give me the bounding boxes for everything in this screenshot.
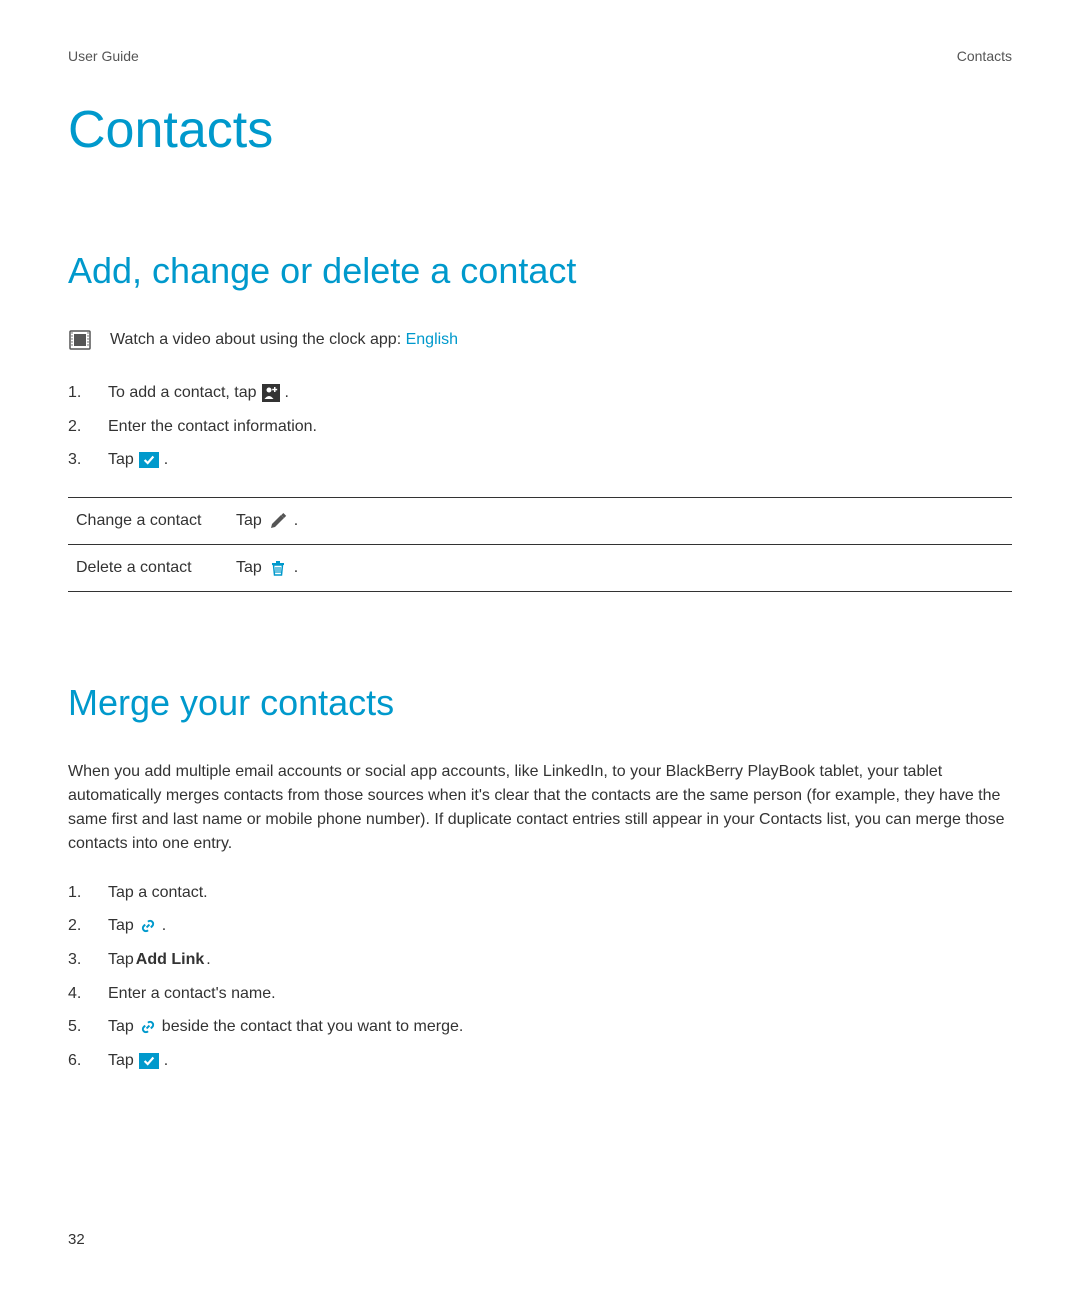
checkmark-icon [139, 452, 159, 468]
action-text-post: . [294, 512, 298, 530]
page-number: 32 [68, 1231, 85, 1248]
table-cell-label: Delete a contact [68, 544, 228, 591]
list-item: Tap beside the contact that you want to … [68, 1014, 1012, 1040]
table-cell-action: Tap . [228, 544, 1012, 591]
link-icon [139, 917, 157, 935]
header-right: Contacts [957, 48, 1012, 64]
edit-icon [269, 512, 287, 530]
step-text-bold: Add Link [136, 947, 204, 973]
list-item: Enter a contact's name. [68, 981, 1012, 1007]
page-header: User Guide Contacts [68, 48, 1012, 64]
step-text: To add a contact, tap [108, 380, 257, 406]
list-item: To add a contact, tap . [68, 380, 1012, 406]
step-text: Tap [108, 913, 134, 939]
action-table: Change a contact Tap . Delete a contact … [68, 497, 1012, 592]
table-cell-label: Change a contact [68, 497, 228, 544]
list-item: Tap . [68, 1048, 1012, 1074]
step-text: Enter the contact information. [108, 414, 317, 440]
list-item: Tap . [68, 913, 1012, 939]
video-link[interactable]: English [406, 331, 458, 348]
table-row: Change a contact Tap . [68, 497, 1012, 544]
step-text-post: . [285, 380, 289, 406]
action-text: Tap [236, 512, 262, 530]
section-heading-merge: Merge your contacts [68, 682, 1012, 724]
trash-icon [269, 559, 287, 577]
checkmark-icon [139, 1053, 159, 1069]
list-item: Enter the contact information. [68, 414, 1012, 440]
merge-paragraph: When you add multiple email accounts or … [68, 760, 1012, 856]
section-heading-add-change-delete: Add, change or delete a contact [68, 250, 1012, 292]
section1-steps: To add a contact, tap . Enter the contac… [68, 380, 1012, 473]
add-contact-icon [262, 384, 280, 402]
step-text-post: . [206, 947, 210, 973]
header-left: User Guide [68, 48, 139, 64]
video-text-wrapper: Watch a video about using the clock app:… [110, 331, 458, 349]
link-icon [139, 1018, 157, 1036]
list-item: Tap Add Link . [68, 947, 1012, 973]
step-text: Tap [108, 947, 134, 973]
step-text-post: . [164, 1048, 168, 1074]
table-row: Delete a contact Tap . [68, 544, 1012, 591]
step-text-post: . [164, 447, 168, 473]
video-row: Watch a video about using the clock app:… [68, 328, 1012, 352]
step-text: Tap [108, 1048, 134, 1074]
action-text-post: . [294, 559, 298, 577]
list-item: Tap . [68, 447, 1012, 473]
video-text: Watch a video about using the clock app: [110, 331, 406, 348]
step-text: Tap a contact. [108, 880, 208, 906]
action-text: Tap [236, 559, 262, 577]
step-text-post: . [162, 913, 166, 939]
step-text: Tap [108, 447, 134, 473]
list-item: Tap a contact. [68, 880, 1012, 906]
step-text: Tap [108, 1014, 134, 1040]
section2-steps: Tap a contact. Tap . Tap Add Link . Ente… [68, 880, 1012, 1074]
step-text-post: beside the contact that you want to merg… [162, 1014, 464, 1040]
film-icon [68, 328, 92, 352]
step-text: Enter a contact's name. [108, 981, 276, 1007]
page-title: Contacts [68, 100, 1012, 160]
table-cell-action: Tap . [228, 497, 1012, 544]
